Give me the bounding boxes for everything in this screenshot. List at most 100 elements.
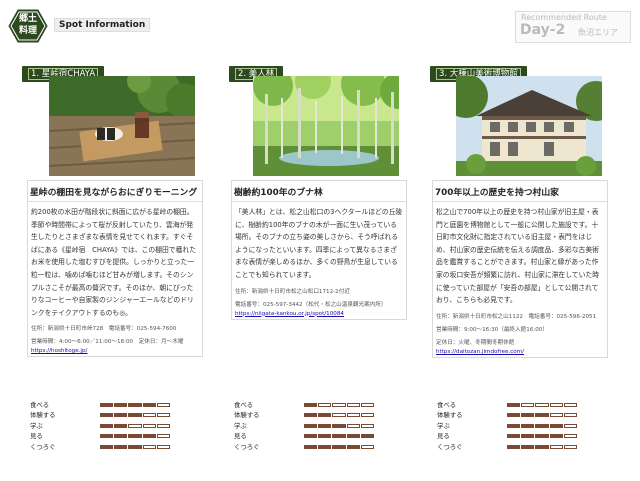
rating-segment bbox=[304, 423, 318, 428]
rating-bar bbox=[100, 444, 171, 449]
rating-segment bbox=[128, 413, 142, 418]
rating-segment bbox=[535, 413, 549, 418]
rating-bar bbox=[304, 413, 375, 418]
rating-label: くつろぐ bbox=[234, 442, 260, 451]
spot-link[interactable]: https://niigata-kankou.or.jp/spot/10084 bbox=[232, 311, 406, 319]
rating-segment bbox=[304, 444, 318, 449]
rating-segment bbox=[507, 423, 521, 428]
route-day: Day-2 bbox=[520, 22, 566, 38]
rating-label: 学ぶ bbox=[234, 421, 247, 430]
rating-segment bbox=[535, 403, 549, 407]
rating-segment bbox=[360, 434, 375, 439]
rating-segment bbox=[563, 403, 578, 407]
spot-description: 「美人林」とは、松之山松口の3ヘクタールほどの丘陵に、樹齢約100年のブナの木が… bbox=[235, 208, 403, 279]
spot-description: 松之山で700年以上の歴史を持つ村山家が旧主屋・表門と庭園を博物館として一般に公… bbox=[436, 208, 599, 305]
rating-bar bbox=[100, 413, 171, 418]
spot-hours: 営業時間：4:00〜6:00／11:00〜18:00 定休日：月〜木曜 bbox=[31, 339, 184, 346]
rating-segment bbox=[346, 423, 360, 428]
rating-segment bbox=[521, 403, 535, 407]
rating-segment bbox=[128, 434, 142, 439]
rating-segment bbox=[100, 403, 114, 407]
rating-segment bbox=[521, 444, 535, 449]
spot-photo-chaya bbox=[49, 76, 195, 176]
rating-segment bbox=[360, 403, 375, 407]
rating-segment bbox=[156, 444, 171, 449]
rating-segment bbox=[100, 413, 114, 418]
rating-segment bbox=[114, 423, 128, 428]
spot-link[interactable]: https://daitozan.jimdofree.com/ bbox=[433, 349, 607, 357]
rating-label: 体験する bbox=[437, 411, 463, 420]
rating-segment bbox=[114, 403, 128, 407]
rating-label: 食べる bbox=[30, 401, 50, 409]
rating-segment bbox=[507, 434, 521, 439]
rating-segment bbox=[346, 434, 360, 439]
rating-segment bbox=[507, 444, 521, 449]
rating-segment bbox=[346, 444, 360, 449]
spot-link[interactable]: https://hoshitoge.jp/ bbox=[28, 348, 202, 356]
rating-bar bbox=[304, 444, 375, 449]
rating-bar bbox=[507, 423, 578, 428]
spot-address: 住所：新潟県十日町市松之山松口1712-2付近 bbox=[235, 288, 350, 295]
rating-segment bbox=[304, 413, 318, 418]
spot-photo-daitozan bbox=[456, 76, 602, 176]
rating-segment bbox=[549, 413, 563, 418]
rating-segment bbox=[114, 444, 128, 449]
rating-segment bbox=[332, 423, 346, 428]
rating-segment bbox=[360, 444, 375, 449]
spot-title: 樹齢約100年のブナ林 bbox=[232, 181, 406, 202]
rating-segment bbox=[332, 413, 346, 418]
route-box: Recommended Route Day-2 魚沼エリア bbox=[515, 11, 631, 43]
rating-segment bbox=[128, 423, 142, 428]
page-title: Spot Information bbox=[54, 18, 151, 32]
rating-segment bbox=[142, 403, 156, 407]
rating-bar bbox=[304, 403, 375, 407]
spot-address: 住所：新潟県十日町市峠728 電話番号：025-594-7600 bbox=[31, 326, 177, 333]
rating-label: 学ぶ bbox=[30, 421, 43, 430]
rating-label: 見る bbox=[437, 432, 450, 441]
rating-segment bbox=[142, 413, 156, 418]
logo: 郷土 料理 bbox=[8, 9, 48, 43]
rating-bar bbox=[507, 444, 578, 449]
route-label: Recommended Route bbox=[521, 13, 607, 22]
rating-bar bbox=[507, 434, 578, 439]
rating-segment bbox=[332, 444, 346, 449]
rating-bar bbox=[304, 434, 375, 439]
rating-segment bbox=[156, 413, 171, 418]
rating-segment bbox=[535, 444, 549, 449]
rating-segment bbox=[360, 413, 375, 418]
rating-segment bbox=[563, 413, 578, 418]
rating-label: 体験する bbox=[234, 411, 260, 420]
rating-bar bbox=[507, 403, 578, 407]
rating-bar bbox=[304, 423, 375, 428]
rating-segment bbox=[142, 444, 156, 449]
rating-segment bbox=[114, 413, 128, 418]
spot-address: 住所：新潟県十日町市松之山1122 電話番号：025-596-2051 bbox=[436, 313, 597, 320]
rating-bar bbox=[100, 434, 171, 439]
rating-segment bbox=[318, 413, 332, 418]
rating-segment bbox=[346, 413, 360, 418]
rating-segment bbox=[304, 403, 318, 407]
spot-card: 樹齢約100年のブナ林 「美人林」とは、松之山松口の3ヘクタールほどの丘陵に、樹… bbox=[231, 180, 407, 320]
rating-segment bbox=[507, 403, 521, 407]
rating-segment bbox=[114, 434, 128, 439]
rating-segment bbox=[100, 423, 114, 428]
rating-label: 学ぶ bbox=[437, 421, 450, 430]
rating-segment bbox=[318, 423, 332, 428]
rating-segment bbox=[563, 423, 578, 428]
rating-segment bbox=[128, 403, 142, 407]
rating-segment bbox=[100, 444, 114, 449]
rating-segment bbox=[507, 413, 521, 418]
rating-segment bbox=[360, 423, 375, 428]
rating-segment bbox=[549, 434, 563, 439]
rating-segment bbox=[156, 423, 171, 428]
rating-label: くつろぐ bbox=[30, 442, 56, 451]
rating-segment bbox=[100, 434, 114, 439]
spot-title: 700年以上の歴史を持つ村山家 bbox=[433, 181, 607, 202]
spot-card: 700年以上の歴史を持つ村山家 松之山で700年以上の歴史を持つ村山家が旧主屋・… bbox=[432, 180, 608, 358]
route-area: 魚沼エリア bbox=[578, 28, 618, 37]
spot-card: 星峠の棚田を見ながらおにぎりモーニング 約200枚の水田が階段状に斜面に広がる星… bbox=[27, 180, 203, 358]
rating-segment bbox=[318, 444, 332, 449]
rating-segment bbox=[332, 403, 346, 407]
rating-segment bbox=[549, 423, 563, 428]
rating-segment bbox=[318, 434, 332, 439]
